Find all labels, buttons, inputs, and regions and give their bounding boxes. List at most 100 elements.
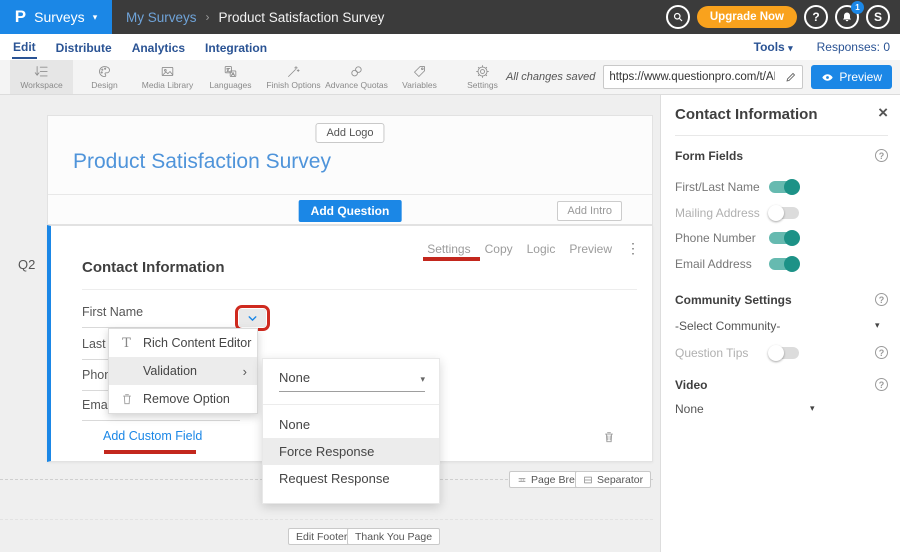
community-settings-help-icon[interactable]: ? <box>875 293 888 306</box>
add-question-button[interactable]: Add Question <box>299 200 402 222</box>
menu-item-rich-content-editor[interactable]: T Rich Content Editor <box>109 329 257 357</box>
help-button[interactable]: ? <box>804 5 828 29</box>
question-action-copy[interactable]: Copy <box>485 242 513 256</box>
question-settings-sidebar: Contact Information × Form Fields ? Firs… <box>660 95 900 552</box>
toggle-email-address[interactable] <box>769 258 799 270</box>
preview-button[interactable]: Preview <box>811 65 892 89</box>
account-avatar[interactable]: S <box>866 5 890 29</box>
toolbar-item-design[interactable]: Design <box>73 60 136 94</box>
video-select[interactable]: None <box>675 402 704 416</box>
validation-option-force-response[interactable]: Force Response <box>263 438 439 465</box>
notification-badge: 1 <box>851 1 864 14</box>
toolbar-item-settings[interactable]: Settings <box>451 60 514 94</box>
question-action-settings[interactable]: Settings <box>427 242 470 256</box>
save-status: All changes saved <box>506 71 595 83</box>
image-icon <box>160 64 175 79</box>
question-action-logic[interactable]: Logic <box>527 242 556 256</box>
breadcrumb-my-surveys[interactable]: My Surveys <box>126 10 197 25</box>
field-label: First Name <box>82 305 143 319</box>
edit-footer-button[interactable]: Edit Footer <box>288 528 355 545</box>
menu-item-validation[interactable]: Validation › <box>109 357 257 385</box>
toggle-phone-number[interactable] <box>769 232 799 244</box>
tools-menu[interactable]: Tools ▾ <box>754 40 793 54</box>
toolbar-items: Workspace Design Media Library Languages… <box>10 60 514 94</box>
tab-analytics[interactable]: Analytics <box>131 37 186 58</box>
survey-header-card: Add Logo Product Satisfaction Survey Add… <box>47 115 653 225</box>
question-title[interactable]: Contact Information <box>82 259 225 276</box>
tag-icon <box>412 64 427 79</box>
tab-edit[interactable]: Edit <box>12 36 37 59</box>
field-options-dropdown-button[interactable] <box>239 309 266 327</box>
thank-you-page-button[interactable]: Thank You Page <box>347 528 440 545</box>
more-options-icon[interactable]: ⋮ <box>626 240 640 257</box>
notifications-button[interactable]: 1 <box>835 5 859 29</box>
caret-down-icon[interactable]: ▾ <box>810 403 815 414</box>
video-help-icon[interactable]: ? <box>875 378 888 391</box>
annotation-settings-underline <box>423 257 480 261</box>
toggle-mailing-address[interactable] <box>769 207 799 219</box>
questionpro-logo-icon: P <box>15 7 26 27</box>
edit-footer-label: Edit Footer <box>296 531 347 543</box>
preview-label: Preview <box>839 70 882 84</box>
toolbar-item-variables[interactable]: Variables <box>388 60 451 94</box>
chevron-down-icon: ▾ <box>788 43 793 53</box>
form-fields-help-icon[interactable]: ? <box>875 149 888 162</box>
add-intro-button[interactable]: Add Intro <box>557 201 622 221</box>
thank-you-page-label: Thank You Page <box>355 531 432 543</box>
magic-wand-icon <box>286 64 301 79</box>
validation-option-request-response[interactable]: Request Response <box>263 465 439 492</box>
separator-label: Separator <box>597 474 643 486</box>
survey-url-input[interactable] <box>604 71 780 83</box>
tab-distribute[interactable]: Distribute <box>55 37 113 58</box>
question-action-preview[interactable]: Preview <box>569 242 612 256</box>
survey-title[interactable]: Product Satisfaction Survey <box>73 150 331 174</box>
toggle-knob <box>768 205 784 221</box>
toolbar-item-languages[interactable]: Languages <box>199 60 262 94</box>
validation-selected-value: None <box>279 370 310 385</box>
menu-item-remove-option[interactable]: Remove Option <box>109 385 257 413</box>
product-menu-label: Surveys <box>34 9 85 25</box>
field-first-name[interactable]: First Name <box>82 305 240 328</box>
help-icon: ? <box>812 10 819 24</box>
chevron-down-icon <box>246 312 259 325</box>
sidebar-title: Contact Information <box>675 106 818 123</box>
toolbar-item-finish-options[interactable]: Finish Options <box>262 60 325 94</box>
survey-url-box <box>603 65 803 89</box>
caret-down-icon[interactable]: ▾ <box>875 320 880 331</box>
edit-url-button[interactable] <box>780 66 802 88</box>
toolbar-item-workspace[interactable]: Workspace <box>10 60 73 94</box>
upgrade-now-button[interactable]: Upgrade Now <box>697 6 797 28</box>
toggle-knob <box>784 230 800 246</box>
toggle-question-tips[interactable] <box>769 347 799 359</box>
product-menu[interactable]: P Surveys ▾ <box>0 0 112 34</box>
toggle-label-phone-number: Phone Number <box>675 231 756 245</box>
responses-count[interactable]: Responses: 0 <box>817 40 890 54</box>
pencil-icon <box>785 71 797 83</box>
question-tips-help-icon[interactable]: ? <box>875 346 888 359</box>
search-button[interactable] <box>666 5 690 29</box>
toggle-first-last-name[interactable] <box>769 181 799 193</box>
toolbar-item-advance-quotas[interactable]: Advance Quotas <box>325 60 388 94</box>
delete-question-button[interactable] <box>602 430 617 445</box>
header-actions: Upgrade Now ? 1 S <box>666 0 890 34</box>
option-label: None <box>279 417 310 432</box>
trash-icon <box>602 430 616 444</box>
add-custom-field-link[interactable]: Add Custom Field <box>103 429 202 443</box>
tab-integration[interactable]: Integration <box>204 37 268 58</box>
annotation-custom-field-underline <box>104 450 196 454</box>
close-icon[interactable]: × <box>878 104 888 121</box>
page-break-icon <box>517 475 527 485</box>
divider <box>675 135 888 136</box>
toolbar-label: Advance Quotas <box>325 80 388 90</box>
validation-option-none[interactable]: None <box>263 411 439 438</box>
toolbar-item-media-library[interactable]: Media Library <box>136 60 199 94</box>
toolbar-label: Languages <box>209 80 251 90</box>
divider <box>263 404 439 405</box>
submenu-arrow-icon: › <box>243 364 247 379</box>
survey-canvas: Add Logo Product Satisfaction Survey Add… <box>0 95 660 552</box>
validation-select[interactable]: None ▾ <box>279 370 425 392</box>
add-logo-button[interactable]: Add Logo <box>315 123 384 143</box>
separator-button[interactable]: Separator <box>575 471 651 488</box>
field-context-menu: T Rich Content Editor Validation › Remov… <box>108 328 258 414</box>
community-select[interactable]: -Select Community- <box>675 319 780 333</box>
